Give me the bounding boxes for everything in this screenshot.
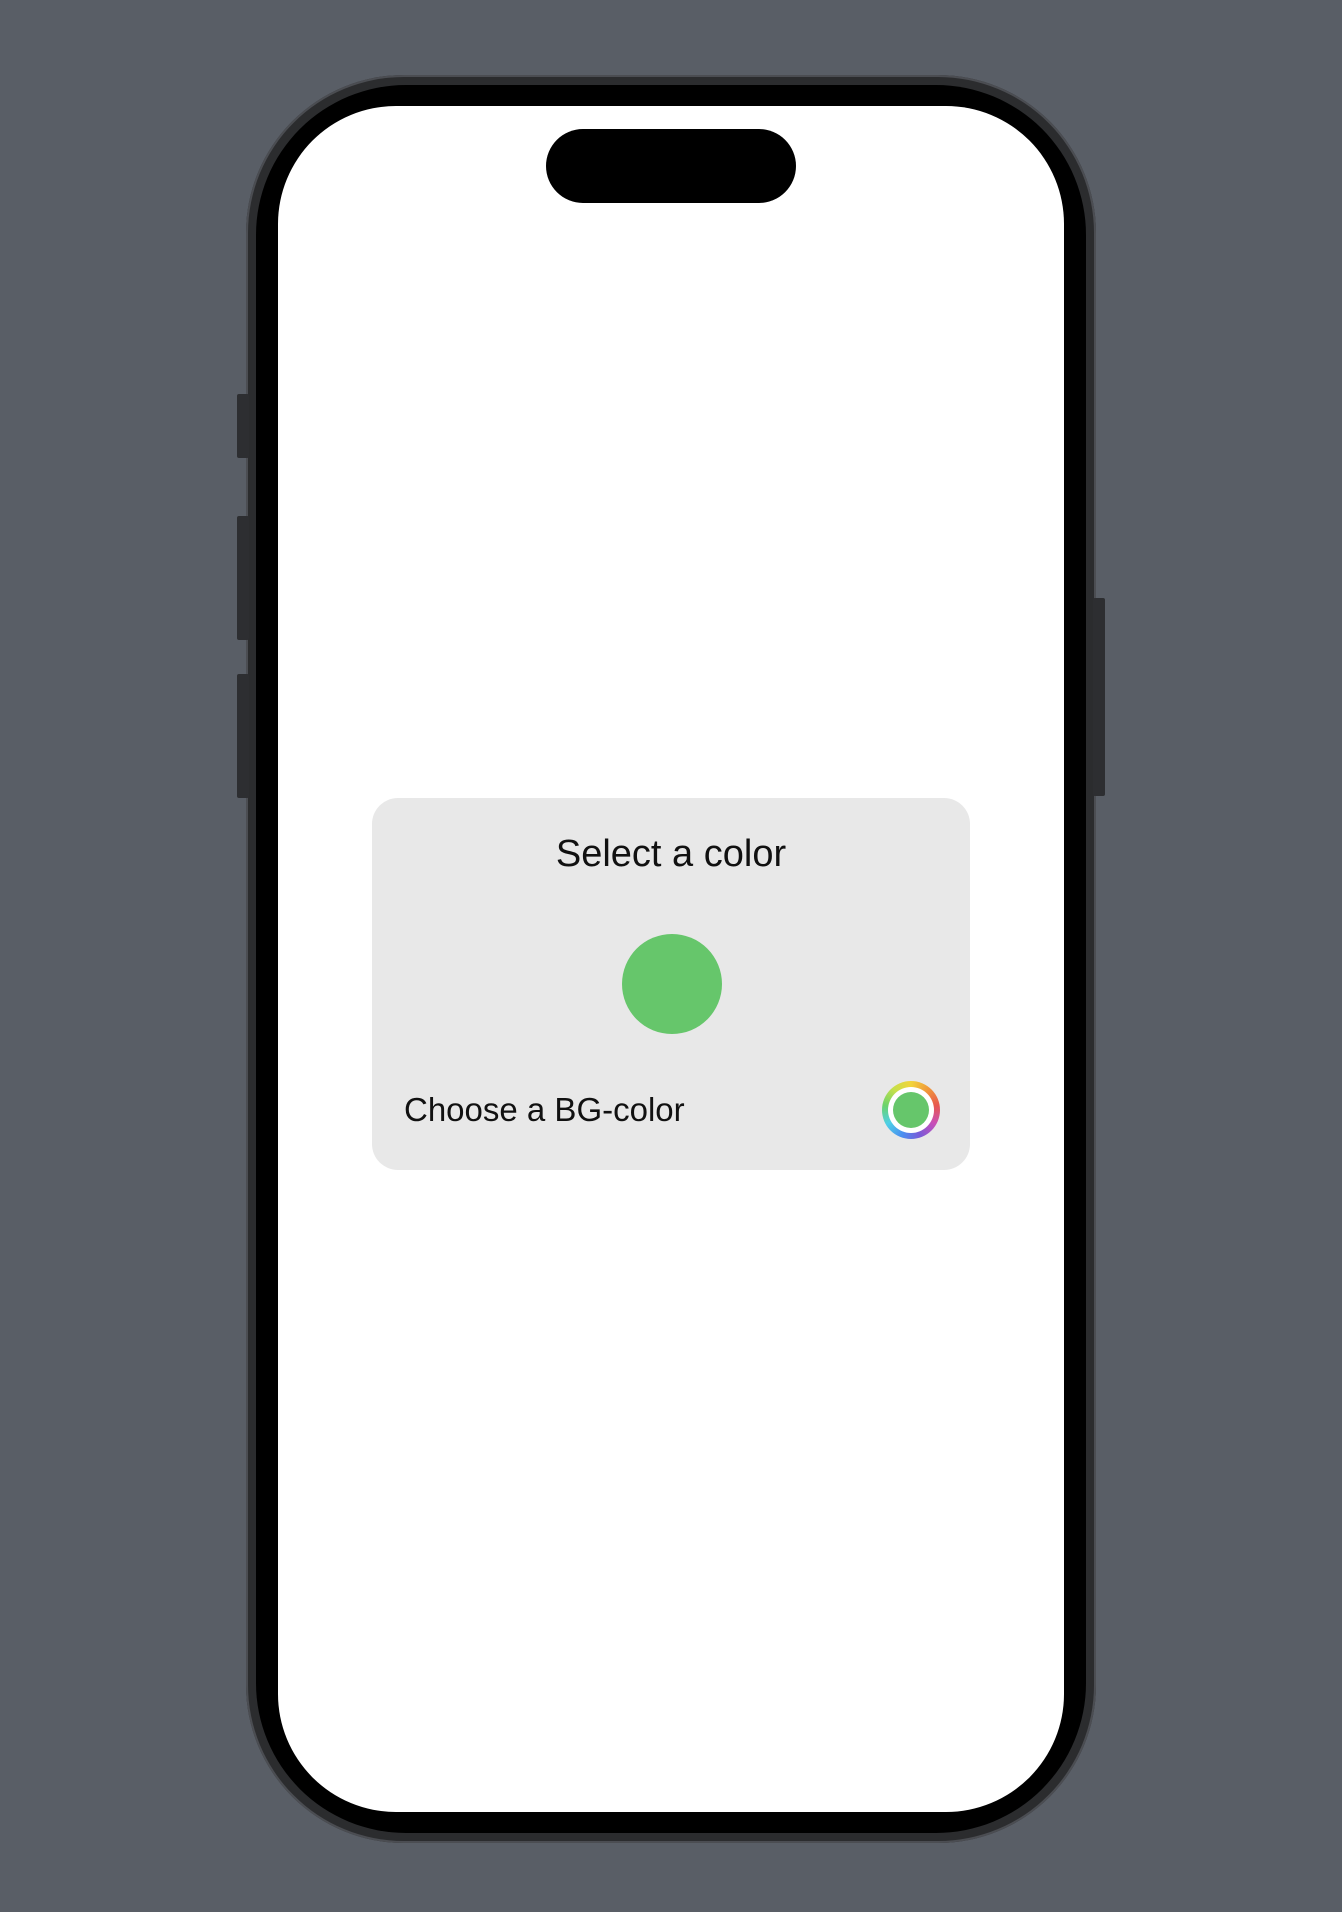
color-picker-label: Choose a BG-color (404, 1091, 685, 1128)
volume-up-button (237, 516, 249, 640)
color-well-selected-dot (893, 1092, 929, 1128)
color-well-icon[interactable] (882, 1081, 940, 1139)
dynamic-island (546, 129, 796, 203)
power-button (1093, 598, 1105, 796)
selected-color-swatch (622, 934, 722, 1034)
volume-down-button (237, 674, 249, 798)
color-card: Select a color Choose a BG-color (372, 798, 970, 1170)
card-title: Select a color (555, 833, 787, 875)
action-button (237, 394, 249, 458)
color-picker-row[interactable]: Choose a BG-color (404, 1080, 940, 1140)
phone-screen: Select a color Choose a BG-color (278, 106, 1064, 1812)
